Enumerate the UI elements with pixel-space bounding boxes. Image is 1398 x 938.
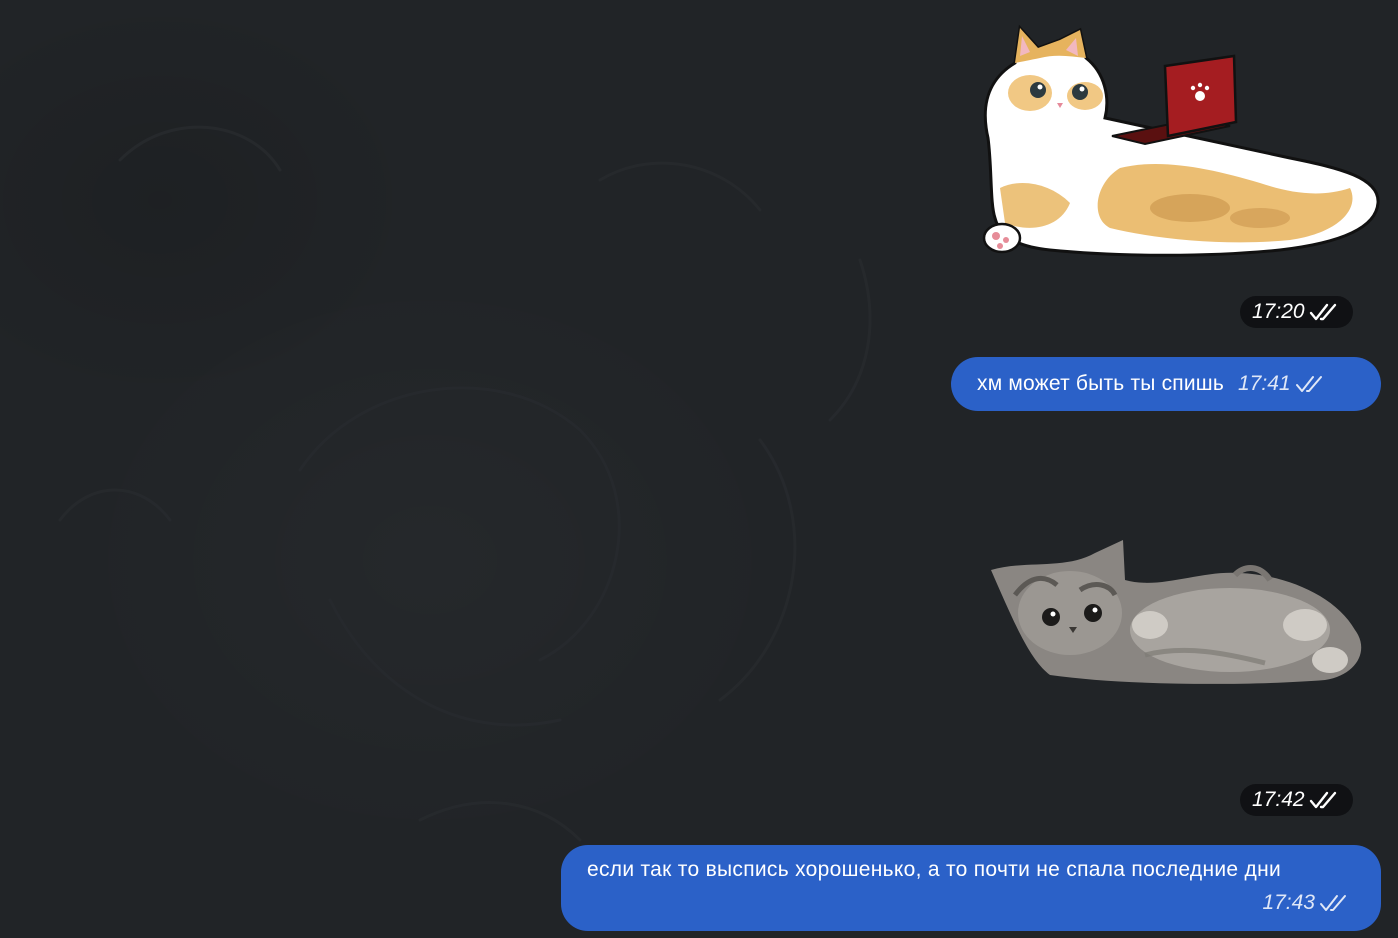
double-check-icon <box>1295 374 1327 394</box>
chat-area: 17:20 хм может быть ты спишь 17:41 17:42… <box>0 0 1398 938</box>
outgoing-message-bubble[interactable]: если так то выспись хорошенько, а то поч… <box>561 845 1381 931</box>
message-time: 17:20 <box>1252 300 1305 323</box>
message-meta: 17:41 <box>1238 372 1327 396</box>
message-time: 17:41 <box>1238 372 1291 395</box>
message-meta: 17:43 <box>1262 891 1351 915</box>
message-time: 17:42 <box>1252 788 1305 811</box>
double-check-icon <box>1309 302 1341 322</box>
message-text: хм может быть ты спишь <box>977 372 1224 395</box>
message-time: 17:43 <box>1262 891 1315 914</box>
double-check-icon <box>1319 893 1351 913</box>
sticker-time-badge: 17:20 <box>1240 296 1353 328</box>
double-check-icon <box>1309 790 1341 810</box>
outgoing-message-bubble[interactable]: хм может быть ты спишь 17:41 <box>951 357 1381 411</box>
sticker-time-badge: 17:42 <box>1240 784 1353 816</box>
message-text: если так то выспись хорошенько, а то поч… <box>587 858 1281 881</box>
cat-with-laptop-sticker[interactable] <box>960 18 1385 263</box>
lying-kitten-sticker[interactable] <box>985 535 1375 690</box>
